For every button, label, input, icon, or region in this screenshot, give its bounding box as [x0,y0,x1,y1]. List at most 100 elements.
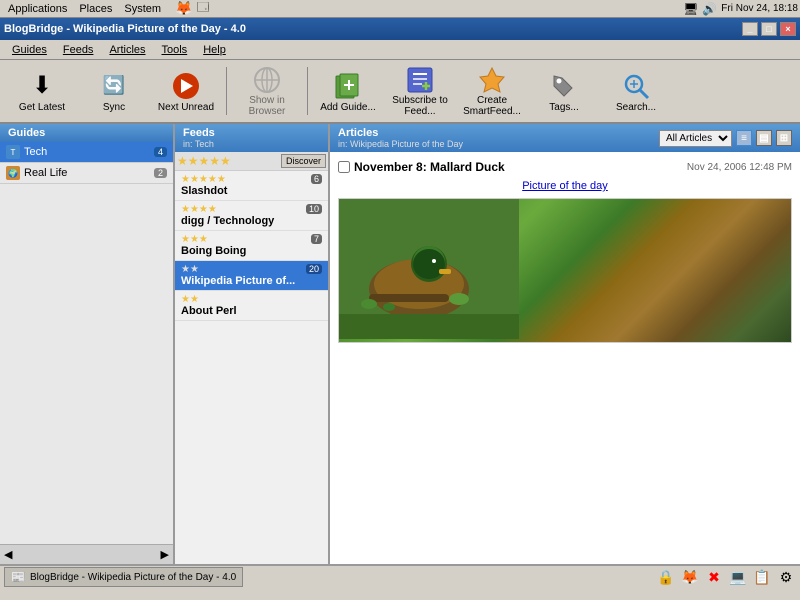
perl-stars: ★★ [181,294,322,305]
articles-header: Articles in: Wikipedia Picture of the Da… [330,124,800,152]
statusbar-icon-5[interactable]: 📋 [752,567,772,587]
feed-wikipedia[interactable]: 20 ★★ Wikipedia Picture of... [175,261,328,291]
smartfeed-label: Create SmartFeed... [460,95,524,117]
digg-stars: ★★★★ [181,204,322,215]
feed-perl[interactable]: ★★ About Perl [175,291,328,321]
menu-guides[interactable]: Guides [4,42,55,58]
statusbar-icon-2[interactable]: 🦊 [680,567,700,587]
menu-articles[interactable]: Articles [101,42,153,58]
articles-header-content: Articles in: Wikipedia Picture of the Da… [338,127,463,149]
maximize-button[interactable]: □ [761,22,777,36]
feed-digg[interactable]: 10 ★★★★ digg / Technology [175,201,328,231]
datetime-display: Fri Nov 24, 18:18 [721,3,798,14]
next-unread-icon [170,70,202,102]
tags-icon [548,70,580,102]
menu-tools[interactable]: Tools [154,42,196,58]
boing-stars: ★★★ [181,234,322,245]
feed-boing[interactable]: 7 ★★★ Boing Boing [175,231,328,261]
sysmenu-places[interactable]: Places [73,2,118,16]
discover-button[interactable]: Discover [281,154,326,168]
search-button[interactable]: Search... [602,63,670,119]
statusbar-icons: 🔒 🦊 ✖ 💻 📋 ⚙ [656,567,796,587]
slashdot-name: Slashdot [181,185,322,197]
next-unread-button[interactable]: Next Unread [152,63,220,119]
view-tile-btn[interactable]: ⊞ [776,130,792,146]
statusbar-icon-3[interactable]: ✖ [704,567,724,587]
get-latest-button[interactable]: ⬇ Get Latest [8,63,76,119]
taskbar-app[interactable]: 📰 BlogBridge - Wikipedia Picture of the … [4,567,243,587]
view-list-btn[interactable]: ≡ [736,130,752,146]
browser-icon [251,65,283,95]
add-guide-button[interactable]: Add Guide... [314,63,382,119]
window-controls[interactable]: _ □ × [742,22,796,36]
feeds-subheader: in: Tech [183,139,320,149]
guide-reallife-label: Real Life [24,167,67,179]
main-content: Guides T Tech 4 🌍 Real Life 2 ◀ ▶ Feeds … [0,124,800,564]
tags-button[interactable]: Tags... [530,63,598,119]
taskbar-app-icon: 📰 [11,570,26,584]
get-latest-label: Get Latest [19,102,65,113]
view-detail-btn[interactable]: ▤ [756,130,772,146]
sync-icon: 🔄 [98,70,130,102]
close-button[interactable]: × [780,22,796,36]
feeds-list: 6 ★★★★★ Slashdot 10 ★★★★ digg / Technolo… [175,171,328,564]
boing-count: 7 [311,234,322,244]
guides-list: T Tech 4 🌍 Real Life 2 [0,142,173,544]
article-mallard-checkbox[interactable] [338,161,350,173]
show-in-browser-button[interactable]: Show in Browser [233,63,301,119]
toolbar-separator-1 [226,67,227,115]
digg-name: digg / Technology [181,215,322,227]
sync-button[interactable]: 🔄 Sync [80,63,148,119]
tech-icon: T [6,145,20,159]
article-mallard-header: November 8: Mallard Duck Nov 24, 2006 12… [338,160,792,174]
show-in-browser-label: Show in Browser [235,95,299,117]
mallard-center-link[interactable]: Picture of the day [522,180,608,192]
guides-scroll-right[interactable]: ▶ [161,548,169,561]
sysmenu-applications[interactable]: Applications [2,2,73,16]
guides-scroll-left[interactable]: ◀ [4,548,12,561]
tags-label: Tags... [549,102,578,113]
guide-reallife-count: 2 [154,168,167,178]
article-mallard: November 8: Mallard Duck Nov 24, 2006 12… [338,160,792,564]
titlebar: BlogBridge - Wikipedia Picture of the Da… [0,18,800,40]
guide-tech-label: Tech [24,146,47,158]
smartfeed-icon [476,65,508,95]
mallard-image [338,198,792,343]
statusbar-icon-4[interactable]: 💻 [728,567,748,587]
subscribe-icon [404,65,436,95]
menu-feeds[interactable]: Feeds [55,42,102,58]
menu-help[interactable]: Help [195,42,234,58]
guide-tech-count: 4 [154,147,167,157]
statusbar-icon-6[interactable]: ⚙ [776,567,796,587]
slashdot-stars: ★★★★★ [181,174,322,185]
feeds-title: Feeds [183,127,215,139]
articles-header-controls: All Articles ≡ ▤ ⊞ [659,130,792,147]
minimize-button[interactable]: _ [742,22,758,36]
system-menubar: Applications Places System 🦊 🗔 🖥 🔊 Fri N… [0,0,800,18]
guide-item-real-life[interactable]: 🌍 Real Life 2 [0,163,173,184]
search-label: Search... [616,102,656,113]
statusbar-icon-1[interactable]: 🔒 [656,567,676,587]
next-unread-label: Next Unread [158,102,214,113]
statusbar: 📰 BlogBridge - Wikipedia Picture of the … [0,564,800,588]
toolbar-separator-2 [307,67,308,115]
window-icon: 🗔 [196,0,209,19]
create-smartfeed-button[interactable]: Create SmartFeed... [458,63,526,119]
guide-item-tech[interactable]: T Tech 4 [0,142,173,163]
article-mallard-date: Nov 24, 2006 12:48 PM [687,162,792,173]
feeds-panel: Feeds in: Tech ★★★★★ Discover 6 ★★★★★ Sl… [175,124,330,564]
feeds-stars: ★★★★★ [177,154,231,168]
perl-name: About Perl [181,305,322,317]
sysmenu-system[interactable]: System [118,2,167,16]
firefox-icon[interactable]: 🦊 [175,0,192,17]
guides-panel: Guides T Tech 4 🌍 Real Life 2 ◀ ▶ [0,124,175,564]
subscribe-to-feed-button[interactable]: Subscribe to Feed... [386,63,454,119]
wikipedia-count: 20 [306,264,322,274]
feed-slashdot[interactable]: 6 ★★★★★ Slashdot [175,171,328,201]
search-icon [620,70,652,102]
articles-filter-select[interactable]: All Articles [659,130,732,147]
titlebar-title: BlogBridge - Wikipedia Picture of the Da… [4,23,246,35]
guides-title: Guides [8,127,45,139]
articles-panel: Articles in: Wikipedia Picture of the Da… [330,124,800,564]
system-tray: 🖥 🔊 Fri Nov 24, 18:18 [683,2,798,16]
